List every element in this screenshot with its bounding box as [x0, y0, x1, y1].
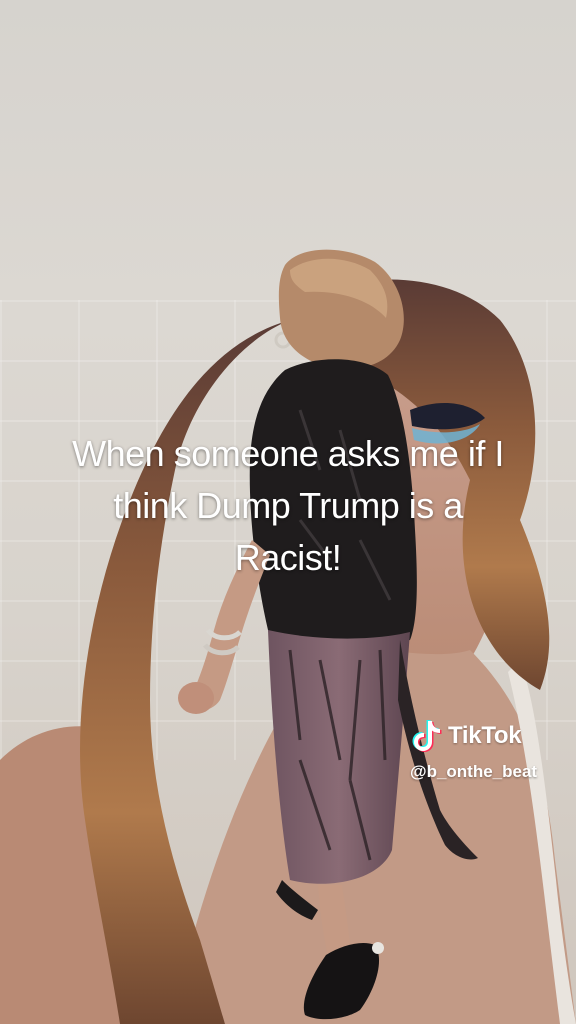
caption-line: think Dump Trump is a	[113, 485, 463, 526]
creator-handle: @b_onthe_beat	[410, 762, 538, 781]
caption-text: When someone asks me if I think Dump Tru…	[20, 428, 556, 584]
video-frame: When someone asks me if I think Dump Tru…	[0, 0, 576, 1024]
brand-name: TikTok	[448, 722, 522, 749]
tiktok-watermark: TikTok @b_onthe_beat	[410, 716, 572, 782]
caption-line: Racist!	[234, 537, 342, 578]
tiktok-note-icon	[412, 720, 442, 752]
watermark-brand-row: TikTok	[412, 716, 572, 756]
caption-line: When someone asks me if I	[72, 433, 504, 474]
